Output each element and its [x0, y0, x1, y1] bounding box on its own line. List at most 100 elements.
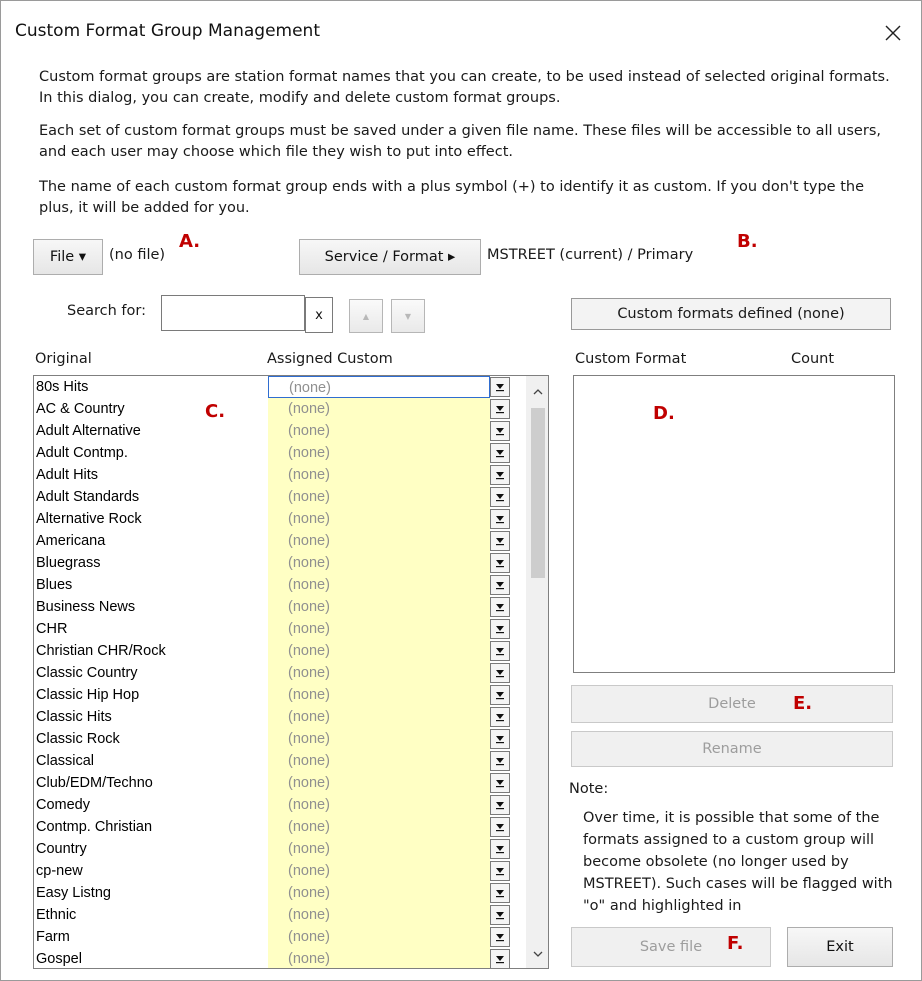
- table-row[interactable]: Bluegrass (none): [34, 552, 526, 574]
- dropdown-button[interactable]: [490, 795, 510, 815]
- assigned-custom-select[interactable]: (none): [268, 552, 490, 574]
- table-row[interactable]: Club/EDM/Techno (none): [34, 772, 526, 794]
- table-row[interactable]: Classic Country (none): [34, 662, 526, 684]
- assigned-custom-select[interactable]: (none): [268, 706, 490, 728]
- assigned-custom-select[interactable]: (none): [268, 618, 490, 640]
- table-row[interactable]: Blues (none): [34, 574, 526, 596]
- dropdown-button[interactable]: [490, 663, 510, 683]
- custom-formats-status: Custom formats defined (none): [571, 298, 891, 330]
- dropdown-button[interactable]: [490, 685, 510, 705]
- table-row[interactable]: Adult Contmp. (none): [34, 442, 526, 464]
- table-row[interactable]: Classic Hits (none): [34, 706, 526, 728]
- table-row[interactable]: Adult Standards (none): [34, 486, 526, 508]
- table-row[interactable]: 80s Hits (none): [34, 376, 526, 398]
- assigned-custom-value: (none): [288, 885, 330, 901]
- list-scrollbar[interactable]: [526, 376, 548, 968]
- rename-button[interactable]: Rename: [571, 731, 893, 767]
- assigned-custom-select[interactable]: (none): [268, 486, 490, 508]
- assigned-custom-select[interactable]: (none): [268, 640, 490, 662]
- dropdown-button[interactable]: [490, 597, 510, 617]
- table-row[interactable]: Classic Hip Hop (none): [34, 684, 526, 706]
- table-row[interactable]: Contmp. Christian (none): [34, 816, 526, 838]
- assigned-custom-select[interactable]: (none): [268, 948, 490, 968]
- dropdown-button[interactable]: [490, 553, 510, 573]
- assigned-custom-select[interactable]: (none): [268, 816, 490, 838]
- search-clear-button[interactable]: x: [305, 297, 333, 333]
- dropdown-button[interactable]: [490, 509, 510, 529]
- assigned-custom-select[interactable]: (none): [268, 860, 490, 882]
- assigned-custom-select[interactable]: (none): [268, 882, 490, 904]
- assigned-custom-select[interactable]: (none): [268, 904, 490, 926]
- dropdown-button[interactable]: [490, 619, 510, 639]
- intro-paragraph-1: Custom format groups are station format …: [39, 69, 890, 106]
- assigned-custom-select[interactable]: (none): [268, 442, 490, 464]
- table-row[interactable]: Comedy (none): [34, 794, 526, 816]
- dropdown-button[interactable]: [490, 465, 510, 485]
- dropdown-button[interactable]: [490, 773, 510, 793]
- dropdown-button[interactable]: [490, 399, 510, 419]
- search-up-button[interactable]: ▲: [349, 299, 383, 333]
- dropdown-button[interactable]: [490, 883, 510, 903]
- custom-format-list[interactable]: [573, 375, 895, 673]
- dropdown-button[interactable]: [490, 531, 510, 551]
- assigned-custom-select[interactable]: (none): [268, 926, 490, 948]
- table-row[interactable]: Americana (none): [34, 530, 526, 552]
- dropdown-button[interactable]: [490, 421, 510, 441]
- dropdown-button[interactable]: [490, 443, 510, 463]
- table-row[interactable]: Classical (none): [34, 750, 526, 772]
- assigned-custom-select[interactable]: (none): [268, 508, 490, 530]
- table-row[interactable]: Christian CHR/Rock (none): [34, 640, 526, 662]
- table-row[interactable]: Country (none): [34, 838, 526, 860]
- search-input[interactable]: [161, 295, 305, 331]
- table-row[interactable]: cp-new (none): [34, 860, 526, 882]
- close-button[interactable]: [871, 13, 915, 53]
- table-row[interactable]: Adult Hits (none): [34, 464, 526, 486]
- service-format-button[interactable]: Service / Format ▸: [299, 239, 481, 275]
- assigned-custom-select[interactable]: (none): [268, 574, 490, 596]
- assigned-custom-select[interactable]: (none): [268, 772, 490, 794]
- scroll-thumb[interactable]: [531, 408, 545, 578]
- table-row[interactable]: Ethnic (none): [34, 904, 526, 926]
- assigned-custom-select[interactable]: (none): [268, 464, 490, 486]
- table-row[interactable]: Easy Listng (none): [34, 882, 526, 904]
- assigned-custom-select[interactable]: (none): [268, 662, 490, 684]
- assigned-custom-select[interactable]: (none): [268, 794, 490, 816]
- file-menu-button[interactable]: File ▾: [33, 239, 103, 275]
- dropdown-button[interactable]: [490, 707, 510, 727]
- assigned-custom-select[interactable]: (none): [268, 750, 490, 772]
- table-row[interactable]: Alternative Rock (none): [34, 508, 526, 530]
- dropdown-button[interactable]: [490, 927, 510, 947]
- scroll-up-button[interactable]: [526, 380, 548, 404]
- assigned-custom-select[interactable]: (none): [268, 728, 490, 750]
- format-mapping-list[interactable]: 80s Hits (none) AC & Country (none) Adult Al…: [33, 375, 549, 969]
- exit-button[interactable]: Exit: [787, 927, 893, 967]
- table-row[interactable]: Classic Rock (none): [34, 728, 526, 750]
- assigned-custom-select[interactable]: (none): [268, 398, 490, 420]
- dropdown-button[interactable]: [490, 949, 510, 968]
- dropdown-button[interactable]: [490, 751, 510, 771]
- table-row[interactable]: Gospel (none): [34, 948, 526, 968]
- search-down-button[interactable]: ▼: [391, 299, 425, 333]
- scroll-down-button[interactable]: [526, 942, 548, 966]
- dropdown-button[interactable]: [490, 905, 510, 925]
- assigned-custom-select[interactable]: (none): [268, 376, 490, 398]
- dropdown-button[interactable]: [490, 817, 510, 837]
- table-row[interactable]: AC & Country (none): [34, 398, 526, 420]
- dropdown-button[interactable]: [490, 861, 510, 881]
- assigned-custom-select[interactable]: (none): [268, 420, 490, 442]
- assigned-custom-select[interactable]: (none): [268, 838, 490, 860]
- assigned-custom-select[interactable]: (none): [268, 684, 490, 706]
- dropdown-button[interactable]: [490, 575, 510, 595]
- delete-button[interactable]: Delete: [571, 685, 893, 723]
- table-row[interactable]: Farm (none): [34, 926, 526, 948]
- dropdown-button[interactable]: [490, 641, 510, 661]
- assigned-custom-select[interactable]: (none): [268, 596, 490, 618]
- dropdown-button[interactable]: [490, 839, 510, 859]
- table-row[interactable]: CHR (none): [34, 618, 526, 640]
- assigned-custom-select[interactable]: (none): [268, 530, 490, 552]
- dropdown-button[interactable]: [490, 487, 510, 507]
- table-row[interactable]: Adult Alternative (none): [34, 420, 526, 442]
- dropdown-button[interactable]: [490, 729, 510, 749]
- table-row[interactable]: Business News (none): [34, 596, 526, 618]
- dropdown-button[interactable]: [490, 377, 510, 397]
